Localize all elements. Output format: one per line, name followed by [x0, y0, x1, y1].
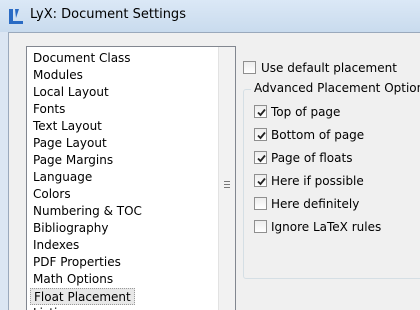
placement-option-checkbox[interactable]	[254, 220, 267, 233]
placement-option-label: Here definitely	[271, 197, 360, 211]
category-item[interactable]: Local Layout	[30, 84, 112, 101]
scroll-grip-icon	[224, 181, 230, 182]
category-item[interactable]: Bibliography	[30, 220, 111, 237]
settings-panel: Document Class Modules Local Layout Fonts Te…	[8, 32, 420, 310]
placement-option-label: Here if possible	[271, 174, 364, 188]
category-item[interactable]: Modules	[30, 67, 86, 84]
category-list[interactable]: Document Class Modules Local Layout Fonts Te…	[26, 46, 236, 310]
category-item[interactable]: PDF Properties	[30, 254, 124, 271]
title-bar: LyX: Document Settings	[0, 0, 420, 32]
scroll-grip-icon	[224, 187, 230, 188]
placement-option-label: Bottom of page	[271, 128, 365, 142]
placement-option-label: Ignore LaTeX rules	[271, 220, 382, 234]
category-item[interactable]: Page Margins	[30, 152, 116, 169]
category-item[interactable]: Document Class	[30, 50, 134, 67]
checkmark-icon	[257, 154, 266, 163]
placement-option-label: Page of floats	[271, 151, 353, 165]
category-item[interactable]: Page Layout	[30, 135, 110, 152]
checkmark-icon	[257, 108, 266, 117]
window-title: LyX: Document Settings	[30, 7, 186, 22]
placement-option-checkbox[interactable]	[254, 174, 267, 187]
category-item[interactable]: Colors	[30, 186, 74, 203]
category-item[interactable]: Language	[30, 169, 95, 186]
category-item[interactable]: Numbering & TOC	[30, 203, 145, 220]
category-item[interactable]: Text Layout	[30, 118, 105, 135]
lyx-app-icon	[9, 9, 23, 24]
placement-option-checkbox[interactable]	[254, 197, 267, 210]
list-scrollbar[interactable]	[218, 47, 235, 310]
advanced-group-title: Advanced Placement Options	[251, 81, 420, 95]
use-default-label: Use default placement	[261, 61, 397, 75]
placement-option-label: Top of page	[271, 105, 341, 119]
use-default-checkbox[interactable]	[243, 61, 256, 74]
category-item[interactable]: Float Placement	[30, 288, 135, 305]
category-item[interactable]: Math Options	[30, 271, 116, 288]
category-item[interactable]: Indexes	[30, 237, 82, 254]
category-item[interactable]: Fonts	[30, 101, 68, 118]
category-item[interactable]: Listings	[30, 305, 82, 310]
placement-option-checkbox[interactable]	[254, 105, 267, 118]
checkmark-icon	[257, 131, 266, 140]
placement-option-checkbox[interactable]	[254, 128, 267, 141]
checkmark-icon	[257, 177, 266, 186]
placement-option-checkbox[interactable]	[254, 151, 267, 164]
scroll-grip-icon	[224, 184, 230, 185]
